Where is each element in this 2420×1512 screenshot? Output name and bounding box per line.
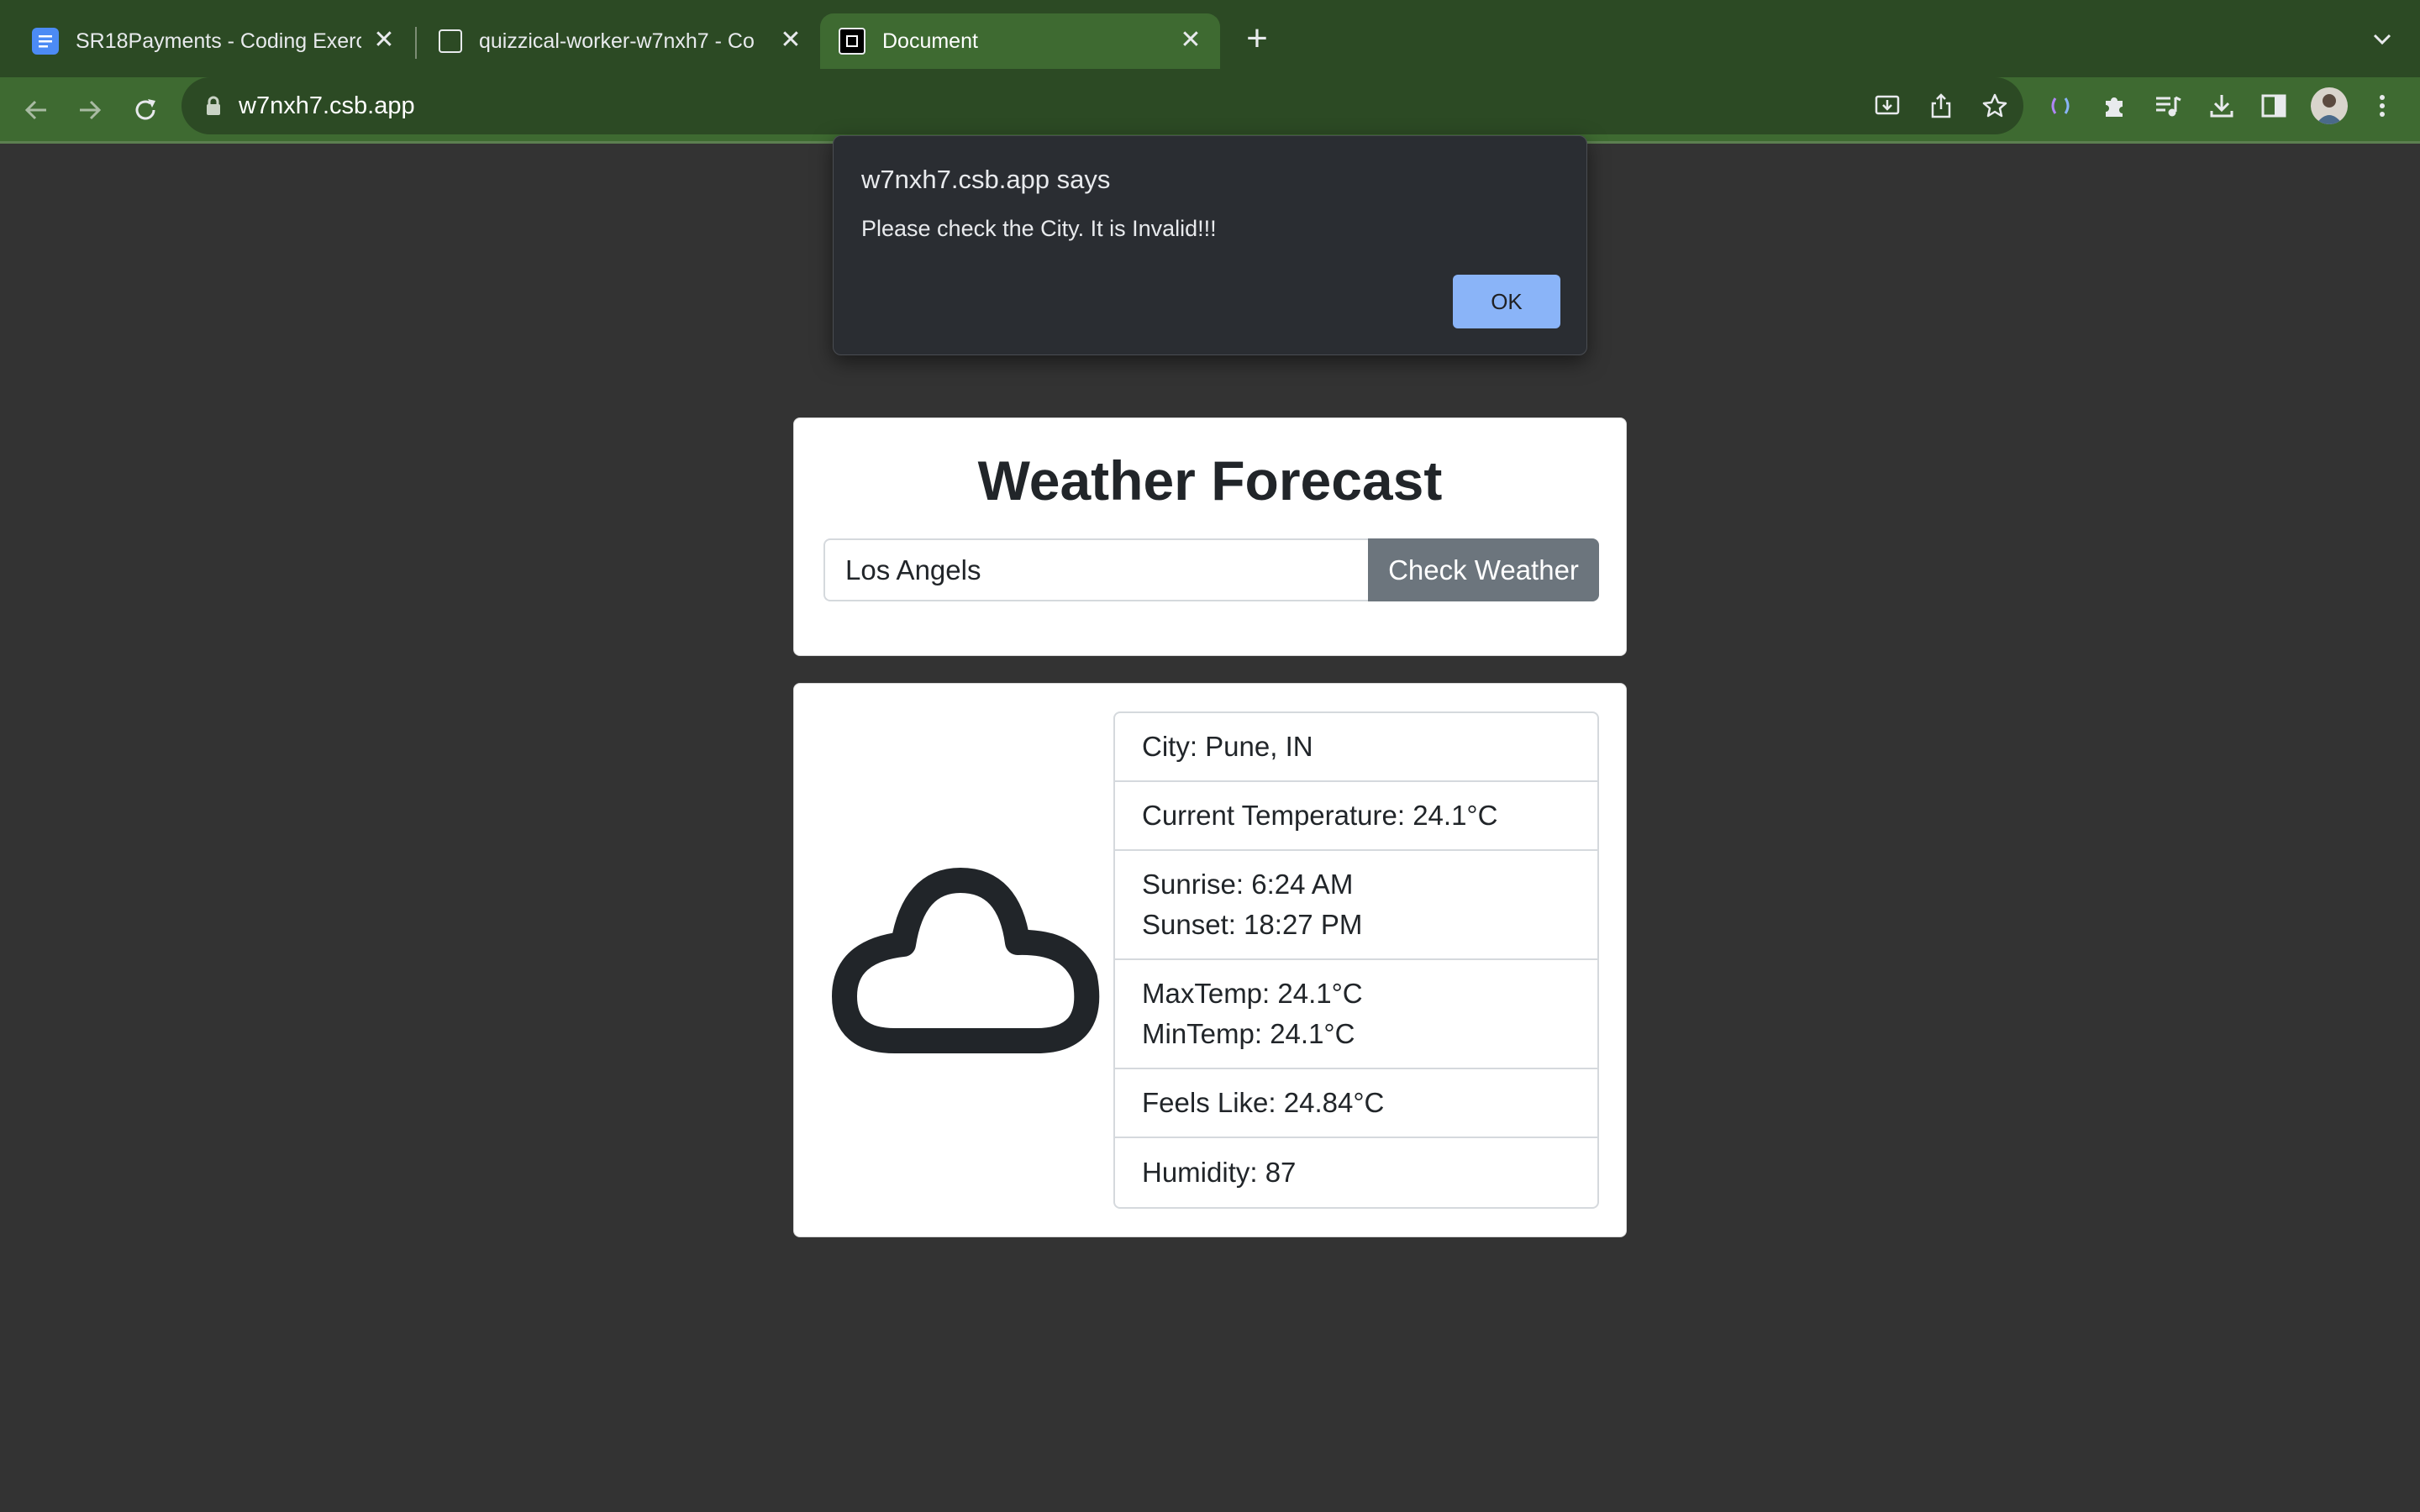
reload-icon[interactable] [128, 92, 163, 128]
weather-details-list: City: Pune, IN Current Temperature: 24.1… [1113, 711, 1599, 1209]
list-item-city: City: Pune, IN [1115, 713, 1597, 782]
ok-button[interactable]: OK [1453, 275, 1560, 328]
download-icon[interactable] [2205, 89, 2238, 123]
dialog-title: w7nxh7.csb.app says [861, 165, 1111, 194]
codesandbox-icon [839, 28, 865, 55]
url-text: w7nxh7.csb.app [239, 92, 415, 119]
tab-title: SR18Payments - Coding Exerc [76, 29, 361, 53]
cloud-icon [819, 852, 1118, 1070]
sunrise-text: Sunrise: 6:24 AM [1142, 869, 1354, 900]
check-weather-button[interactable]: Check Weather [1368, 538, 1599, 601]
city-input[interactable] [823, 538, 1368, 601]
humidity-text: Humidity: 87 [1142, 1157, 1297, 1188]
max-temp-text: MaxTemp: 24.1°C [1142, 978, 1363, 1009]
tab-quizzical-worker[interactable]: quizzical-worker-w7nxh7 - Co ✕ [420, 13, 820, 69]
more-vertical-icon[interactable] [2368, 89, 2396, 123]
search-card: Weather Forecast Check Weather [793, 417, 1627, 656]
tab-divider [415, 27, 417, 59]
side-panel-icon[interactable] [2257, 89, 2291, 123]
extension-brackets-icon[interactable] [2044, 89, 2077, 123]
codesandbox-icon [439, 29, 462, 53]
current-temperature-text: Current Temperature: 24.1°C [1142, 800, 1498, 831]
feels-like-text: Feels Like: 24.84°C [1142, 1087, 1385, 1118]
sunset-text: Sunset: 18:27 PM [1142, 909, 1363, 940]
close-tab-icon[interactable]: ✕ [371, 28, 397, 53]
google-docs-icon [32, 28, 59, 55]
back-arrow-icon[interactable] [18, 92, 54, 128]
install-app-icon[interactable] [1872, 91, 1902, 121]
close-tab-icon[interactable]: ✕ [778, 28, 803, 53]
tab-strip: SR18Payments - Coding Exerc ✕ quizzical-… [0, 0, 2420, 77]
media-controls-icon[interactable] [2151, 89, 2185, 123]
list-item-feels-like: Feels Like: 24.84°C [1115, 1069, 1597, 1138]
list-item-current-temperature: Current Temperature: 24.1°C [1115, 782, 1597, 851]
new-tab-button[interactable]: + [1242, 20, 1272, 57]
close-tab-icon[interactable]: ✕ [1178, 28, 1203, 53]
alert-dialog: w7nxh7.csb.app says Please check the Cit… [833, 135, 1587, 355]
dialog-message: Please check the City. It is Invalid!!! [861, 216, 1217, 241]
list-item-sun-times: Sunrise: 6:24 AM Sunset: 18:27 PM [1115, 851, 1597, 960]
share-icon[interactable] [1926, 91, 1956, 121]
tab-title: Document [882, 29, 978, 53]
weather-card: City: Pune, IN Current Temperature: 24.1… [793, 683, 1627, 1237]
page-title: Weather Forecast [977, 449, 1443, 512]
bookmark-star-icon[interactable] [1980, 91, 2010, 121]
extensions-puzzle-icon[interactable] [2097, 89, 2131, 123]
chevron-down-icon[interactable] [2368, 27, 2396, 52]
tab-title: quizzical-worker-w7nxh7 - Co [479, 29, 755, 53]
lock-icon [205, 96, 222, 120]
address-bar[interactable]: w7nxh7.csb.app [182, 77, 2023, 134]
list-item-temp-range: MaxTemp: 24.1°C MinTemp: 24.1°C [1115, 960, 1597, 1069]
min-temp-text: MinTemp: 24.1°C [1142, 1018, 1355, 1049]
city-text: City: Pune, IN [1142, 731, 1313, 762]
list-item-humidity: Humidity: 87 [1115, 1138, 1597, 1207]
profile-avatar[interactable] [2311, 87, 2348, 124]
tab-sr18payments[interactable]: SR18Payments - Coding Exerc ✕ [13, 13, 413, 69]
tab-document[interactable]: Document ✕ [820, 13, 1220, 69]
forward-arrow-icon[interactable] [72, 92, 108, 128]
